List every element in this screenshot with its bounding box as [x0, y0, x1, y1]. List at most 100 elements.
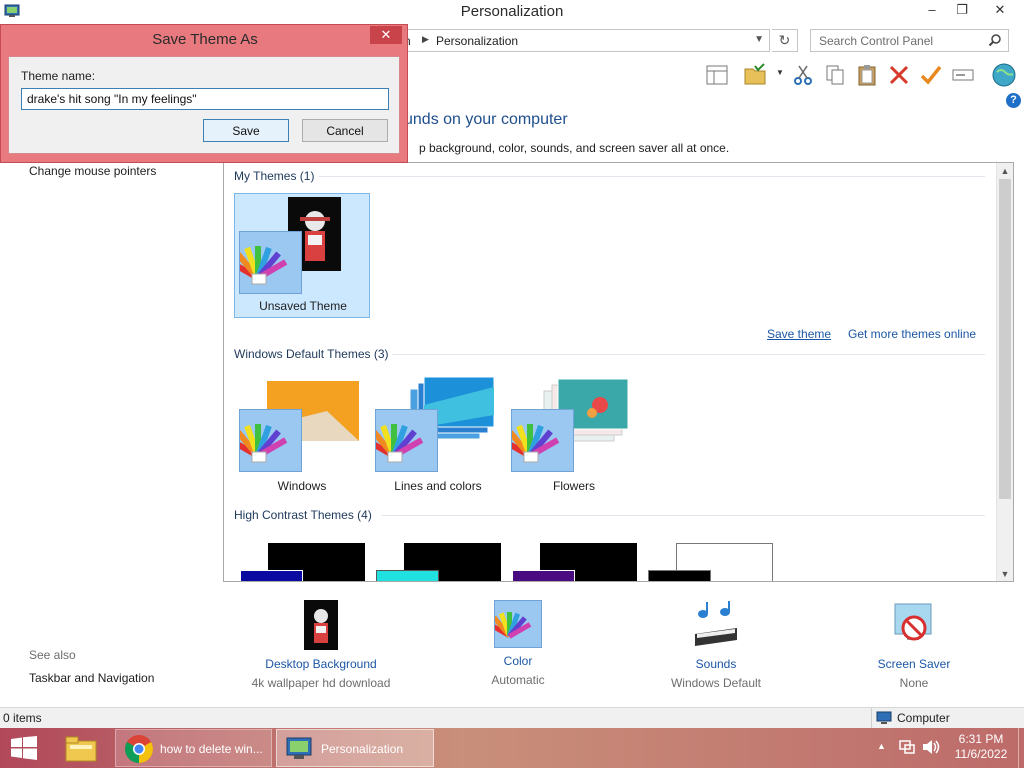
get-more-themes-link[interactable]: Get more themes online	[848, 327, 976, 341]
delete-icon[interactable]	[887, 63, 911, 87]
flowers-theme-label: Flowers	[552, 479, 595, 493]
paste-icon[interactable]	[855, 63, 879, 87]
unsaved-theme-color-tile	[228, 231, 302, 294]
checkmark-icon[interactable]	[919, 63, 943, 87]
save-theme-link[interactable]: Save theme	[767, 327, 831, 341]
scroll-down-icon[interactable]: ▼	[997, 569, 1013, 579]
theme-windows[interactable]: Windows	[228, 373, 370, 498]
sounds-link[interactable]: Sounds	[626, 657, 806, 671]
cut-icon[interactable]	[791, 63, 815, 87]
refresh-button[interactable]: ↻	[772, 29, 798, 52]
desktop-background-item[interactable]: Desktop Background 4k wallpaper hd downl…	[231, 600, 411, 690]
show-desktop-button[interactable]	[1018, 728, 1024, 768]
color-fan-icon	[228, 246, 288, 285]
windows-theme-label: Windows	[277, 479, 327, 493]
status-location: Computer	[897, 711, 950, 725]
personalization-task-icon	[286, 737, 312, 759]
desktop-background-value: 4k wallpaper hd download	[251, 676, 391, 690]
section-divider	[392, 354, 985, 355]
layout-pane-icon[interactable]	[705, 63, 729, 87]
color-link[interactable]: Color	[428, 654, 608, 668]
close-window-button[interactable]: ✕	[984, 0, 1016, 22]
properties-folder-icon[interactable]	[743, 63, 767, 87]
color-tile-icon[interactable]	[487, 600, 542, 648]
high-contrast-2-tile	[376, 570, 439, 581]
windows-color-tile	[228, 409, 302, 472]
save-theme-dialog: Save Theme As ✕ Theme name: Save Cancel	[0, 24, 408, 163]
my-themes-title: My Themes (1)	[234, 169, 315, 183]
screen-saver-icon[interactable]	[889, 600, 939, 650]
scroll-thumb[interactable]	[999, 179, 1011, 499]
taskbar-personalization-button[interactable]: Personalization	[276, 729, 434, 767]
globe-icon[interactable]	[991, 62, 1017, 88]
change-mouse-pointers-link[interactable]: Change mouse pointers	[29, 164, 156, 178]
color-fan-icon	[364, 424, 424, 463]
breadcrumb-arrow-icon[interactable]: ▶	[422, 34, 429, 45]
properties-dropdown-icon[interactable]: ▼	[776, 68, 784, 77]
flowers-color-tile	[500, 409, 574, 472]
search-icon[interactable]	[988, 33, 1002, 47]
lines-colors-theme-label: Lines and colors	[394, 479, 482, 493]
taskbar-navigation-link[interactable]: Taskbar and Navigation	[29, 671, 154, 685]
screen-saver-link[interactable]: Screen Saver	[824, 657, 1004, 671]
chrome-task-label: how to delete win...	[160, 742, 263, 756]
dialog-title: Save Theme As	[152, 31, 258, 48]
themes-scrollbar[interactable]: ▲ ▼	[996, 163, 1013, 581]
status-bar: 0 items Computer	[0, 707, 1024, 729]
rename-icon[interactable]	[951, 63, 975, 87]
show-hidden-icons-icon[interactable]: ▲	[877, 741, 886, 751]
taskbar: how to delete win... Personalization ▲ 6…	[0, 728, 1024, 768]
maximize-button[interactable]: ❐	[948, 0, 976, 22]
theme-unsaved[interactable]: Unsaved Theme	[228, 193, 370, 318]
copy-icon[interactable]	[823, 63, 847, 87]
command-toolbar: ▼	[405, 58, 1024, 91]
screen-saver-value: None	[899, 676, 929, 690]
color-fan-icon	[487, 612, 532, 639]
page-heading: unds on your computer	[404, 111, 568, 128]
page-subheading: p background, color, sounds, and screen …	[419, 141, 730, 155]
theme-lines-and-colors[interactable]: Lines and colors	[364, 373, 506, 498]
high-contrast-1-tile	[240, 570, 303, 581]
theme-name-input[interactable]	[21, 88, 389, 110]
screen-saver-item[interactable]: Screen Saver None	[824, 600, 1004, 690]
taskbar-chrome-button[interactable]: how to delete win...	[115, 729, 272, 767]
window-title: Personalization	[460, 3, 564, 20]
sounds-item[interactable]: Sounds Windows Default	[626, 600, 806, 690]
dialog-close-button[interactable]: ✕	[370, 26, 402, 44]
address-dropdown-icon[interactable]: ▼	[754, 34, 764, 45]
desktop-background-icon[interactable]	[304, 600, 338, 650]
search-input[interactable]: Search Control Panel	[810, 29, 1009, 52]
volume-icon[interactable]	[922, 739, 940, 755]
desktop-background-link[interactable]: Desktop Background	[231, 657, 411, 671]
file-explorer-icon[interactable]	[64, 733, 98, 763]
scroll-up-icon[interactable]: ▲	[997, 166, 1013, 176]
high-contrast-3-tile	[512, 570, 575, 581]
color-fan-icon	[228, 424, 288, 463]
save-button[interactable]: Save	[203, 119, 289, 142]
theme-name-label: Theme name:	[21, 69, 96, 83]
window-titlebar: Personalization – ❐ ✕	[0, 0, 1024, 24]
default-themes-title: Windows Default Themes (3)	[234, 347, 389, 361]
section-divider	[319, 176, 985, 177]
color-item[interactable]: Color Automatic	[428, 600, 608, 687]
breadcrumb-personalization[interactable]: Personalization	[436, 34, 518, 48]
clock-date: 11/6/2022	[954, 747, 1008, 761]
see-also-label: See also	[29, 648, 76, 662]
color-fan-icon	[500, 424, 560, 463]
minimize-button[interactable]: –	[918, 0, 946, 22]
chrome-icon	[125, 735, 153, 763]
theme-flowers[interactable]: Flowers	[500, 373, 642, 498]
help-button[interactable]: ?	[1006, 93, 1021, 108]
sounds-icon[interactable]	[691, 600, 741, 650]
clock-time: 6:31 PM	[958, 732, 1004, 746]
address-bar[interactable]: n ▶ Personalization ▼	[400, 29, 770, 52]
network-icon[interactable]	[898, 739, 916, 755]
cancel-button[interactable]: Cancel	[302, 119, 388, 142]
color-value: Automatic	[491, 673, 545, 687]
computer-icon	[876, 711, 892, 724]
unsaved-theme-label: Unsaved Theme	[259, 299, 347, 313]
high-contrast-4-tile	[648, 570, 711, 581]
windows-start-icon[interactable]	[10, 736, 38, 760]
high-contrast-title: High Contrast Themes (4)	[234, 508, 372, 522]
taskbar-clock[interactable]: 6:31 PM 11/6/2022	[950, 732, 1012, 762]
